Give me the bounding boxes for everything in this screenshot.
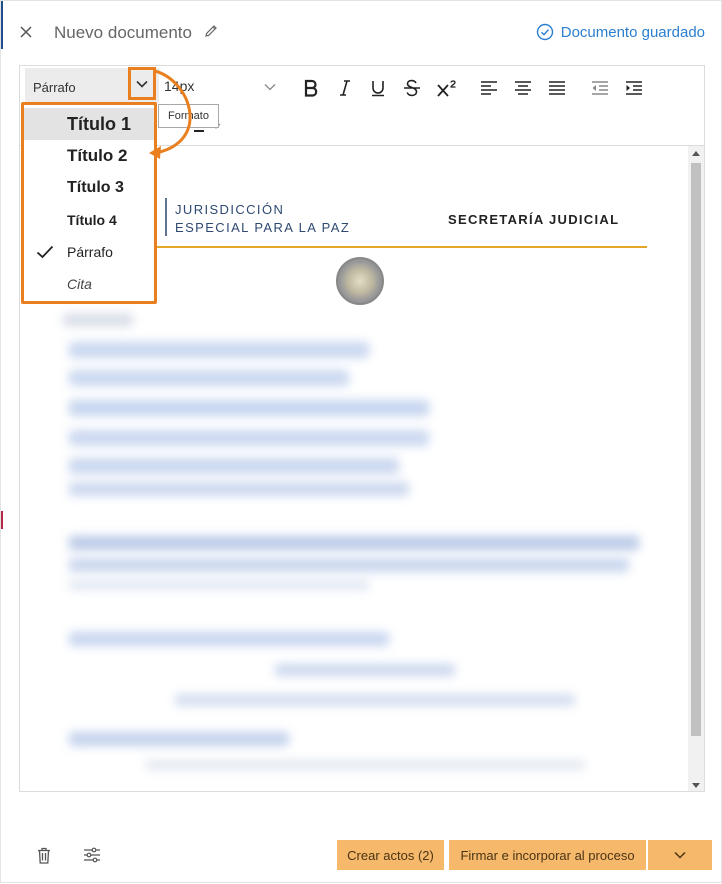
blurred-text bbox=[63, 314, 133, 326]
blurred-text bbox=[69, 430, 429, 446]
chevron-down-icon bbox=[136, 80, 148, 88]
bold-icon bbox=[304, 79, 318, 97]
jurisdiction-heading: JURISDICCIÓN ESPECIAL PARA LA PAZ bbox=[175, 201, 350, 237]
align-left-icon bbox=[481, 81, 497, 95]
scroll-down-icon[interactable] bbox=[692, 783, 700, 789]
italic-button[interactable] bbox=[332, 75, 358, 101]
chevron-down-icon bbox=[674, 851, 686, 859]
superscript-button[interactable] bbox=[434, 75, 460, 101]
format-dropdown-menu: Título 1 Título 2 Título 3 Título 4 Párr… bbox=[21, 102, 157, 304]
secretaria-heading: SECRETARÍA JUDICIAL bbox=[448, 212, 620, 227]
format-option-titulo-3[interactable]: Título 3 bbox=[24, 172, 154, 204]
sign-options-dropdown-button[interactable] bbox=[648, 840, 712, 870]
blurred-text bbox=[145, 760, 585, 770]
saved-status: Documento guardado bbox=[536, 23, 705, 41]
create-acts-button[interactable]: Crear actos (2) bbox=[337, 840, 444, 870]
align-center-icon bbox=[515, 81, 531, 95]
sliders-icon bbox=[84, 847, 100, 863]
document-editor-window: Nuevo documento Documento guardado Párra… bbox=[0, 0, 722, 883]
blurred-text bbox=[69, 482, 409, 496]
colombia-seal-logo bbox=[336, 257, 384, 305]
scroll-up-icon[interactable] bbox=[692, 150, 700, 156]
indent-button[interactable] bbox=[621, 75, 647, 101]
strikethrough-icon bbox=[404, 79, 420, 97]
outdent-icon bbox=[592, 81, 608, 95]
align-justify-button[interactable] bbox=[544, 75, 570, 101]
indent-icon bbox=[626, 81, 642, 95]
blurred-text bbox=[175, 694, 575, 706]
close-button[interactable] bbox=[15, 21, 37, 43]
format-option-label: Título 1 bbox=[67, 113, 131, 134]
outdent-button[interactable] bbox=[587, 75, 613, 101]
format-option-label: Párrafo bbox=[67, 244, 113, 260]
jurisdiction-line-1: JURISDICCIÓN bbox=[175, 202, 285, 217]
blurred-text bbox=[69, 558, 629, 572]
format-option-parrafo[interactable]: Párrafo bbox=[24, 236, 154, 268]
editor-scrollbar[interactable] bbox=[688, 146, 704, 791]
format-option-label: Título 3 bbox=[67, 179, 124, 196]
align-left-button[interactable] bbox=[476, 75, 502, 101]
italic-icon bbox=[340, 80, 350, 96]
format-select-value: Párrafo bbox=[33, 80, 76, 95]
footer: Crear actos (2) Firmar e incorporar al p… bbox=[1, 824, 722, 884]
font-size-dropdown-toggle[interactable] bbox=[264, 78, 276, 96]
document-title: Nuevo documento bbox=[54, 23, 192, 42]
format-option-titulo-2[interactable]: Título 2 bbox=[24, 140, 154, 172]
format-option-label: Cita bbox=[67, 276, 92, 292]
blurred-text bbox=[69, 732, 289, 746]
close-icon bbox=[20, 26, 32, 38]
blurred-text bbox=[69, 458, 399, 474]
underline-button[interactable] bbox=[365, 75, 391, 101]
blurred-text bbox=[69, 536, 639, 550]
left-edge-accent-red bbox=[1, 511, 3, 529]
format-option-cita[interactable]: Cita bbox=[24, 268, 154, 300]
align-center-button[interactable] bbox=[510, 75, 536, 101]
format-option-titulo-1[interactable]: Título 1 bbox=[24, 108, 154, 140]
format-option-label: Título 4 bbox=[67, 212, 117, 228]
trash-icon bbox=[38, 847, 50, 864]
blurred-text bbox=[69, 632, 389, 646]
blurred-text bbox=[69, 400, 429, 416]
bold-button[interactable] bbox=[298, 75, 324, 101]
format-option-label: Título 2 bbox=[67, 146, 128, 165]
header: Nuevo documento Documento guardado bbox=[1, 1, 722, 63]
blurred-text bbox=[69, 580, 369, 590]
chevron-down-icon bbox=[264, 84, 276, 91]
scroll-thumb[interactable] bbox=[691, 163, 701, 736]
blurred-text bbox=[69, 370, 349, 386]
underline-icon bbox=[372, 81, 384, 97]
strikethrough-button[interactable] bbox=[399, 75, 425, 101]
format-option-titulo-4[interactable]: Título 4 bbox=[24, 204, 154, 236]
blurred-text bbox=[275, 664, 455, 676]
delete-button[interactable] bbox=[33, 844, 55, 866]
jurisdiction-line-2: ESPECIAL PARA LA PAZ bbox=[175, 220, 351, 235]
checkmark-icon bbox=[36, 245, 54, 259]
edit-title-button[interactable] bbox=[203, 23, 221, 41]
blurred-text bbox=[69, 342, 369, 358]
header-separator bbox=[165, 198, 167, 236]
pencil-icon bbox=[205, 25, 217, 37]
format-dropdown-toggle[interactable] bbox=[128, 67, 156, 100]
align-justify-icon bbox=[549, 81, 565, 95]
superscript-icon bbox=[437, 80, 456, 97]
format-tooltip: Formato bbox=[158, 104, 219, 128]
settings-button[interactable] bbox=[81, 844, 103, 866]
sign-and-incorporate-button[interactable]: Firmar e incorporar al proceso bbox=[449, 840, 646, 870]
check-circle-icon bbox=[536, 23, 553, 41]
saved-status-text: Documento guardado bbox=[560, 23, 705, 41]
